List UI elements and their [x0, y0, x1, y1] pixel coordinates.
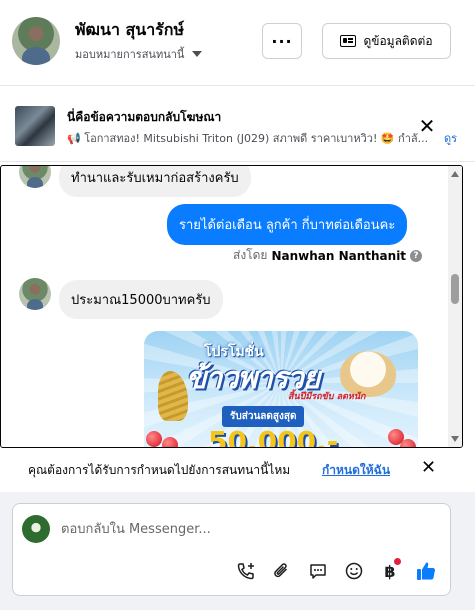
assign-reminder-text: คุณต้องการได้รับการกำหนดไปยังการสนทนานี้…: [28, 463, 291, 477]
thumbs-up-icon[interactable]: [415, 560, 437, 582]
ad-thumbnail[interactable]: [15, 106, 55, 146]
ad-reply-title: นี่คือข้อความตอบกลับโฆษณา: [67, 110, 222, 124]
promo-image-message[interactable]: โปรโมชั่น ข้าวพารวย สิ้นปีมีรถขับ ลดหนัก…: [144, 331, 418, 448]
contact-name[interactable]: พัฒนา สุนารักษ์: [75, 18, 184, 43]
promo-line-4: รับส่วนลดสูงสุด: [222, 406, 305, 427]
composer-toolbar: ฿: [235, 558, 437, 582]
view-contact-info-button[interactable]: ดูข้อมูลติดต่อ: [322, 23, 451, 59]
view-contact-info-label: ดูข้อมูลติดต่อ: [363, 33, 433, 48]
scroll-up-arrow-icon[interactable]: [451, 171, 459, 177]
incoming-message: ทำนาและรับเหมาก่อสร้างครับ: [59, 166, 251, 197]
conversation-panel: พัฒนา สุนารักษ์ มอบหมายการสนทนานี้ ··· ด…: [0, 0, 475, 610]
page-avatar: [22, 515, 50, 543]
caret-down-icon: [192, 51, 203, 57]
more-options-button[interactable]: ···: [262, 23, 302, 59]
assign-reminder-bar: คุณต้องการได้รับการกำหนดไปยังการสนทนานี้…: [0, 452, 475, 490]
ad-reply-banner: นี่คือข้อความตอบกลับโฆษณา 📢 โอกาสทอง! Mi…: [0, 86, 475, 162]
sent-by-name: Nanwhan Nanthanit: [271, 248, 407, 263]
sent-by-line: ส่งโดย Nanwhan Nanthanit ?: [233, 246, 423, 265]
contact-card-icon: [340, 35, 357, 47]
scroll-down-arrow-icon[interactable]: [451, 436, 459, 442]
assign-to-me-link[interactable]: กำหนดให้ฉัน: [322, 461, 390, 480]
notification-dot: [394, 558, 401, 565]
chat-bubble-icon[interactable]: [307, 560, 329, 582]
incoming-message: ประมาณ15000บาทครับ: [59, 280, 223, 319]
composer-area: ฿: [0, 492, 475, 610]
paperclip-icon[interactable]: [271, 560, 293, 582]
thread-scrollbar[interactable]: [448, 166, 462, 447]
assign-label: มอบหมายการสนทนานี้: [75, 48, 185, 61]
reply-input[interactable]: [61, 518, 431, 540]
contact-avatar[interactable]: [12, 17, 60, 65]
message-thread[interactable]: ทำนาและรับเหมาก่อสร้างครับ รายได้ต่อเดือ…: [0, 165, 463, 448]
assign-dropdown[interactable]: มอบหมายการสนทนานี้: [75, 45, 203, 63]
composer-box: ฿: [12, 503, 451, 596]
ad-view-link[interactable]: ดูร: [444, 129, 457, 147]
balloon-graphic: [400, 439, 416, 447]
scrollbar-thumb[interactable]: [451, 274, 459, 304]
promo-line-5: 50,000.-: [208, 425, 339, 448]
promo-line-3: สิ้นปีมีรถขับ ลดหนัก: [288, 392, 366, 402]
sent-by-prefix: ส่งโดย: [233, 248, 268, 262]
contact-avatar-small: [19, 166, 51, 188]
balloon-graphic: [162, 437, 178, 447]
close-reminder-icon[interactable]: ✕: [421, 459, 436, 477]
balloon-graphic: [146, 431, 162, 447]
ad-reply-subtitle: 📢 โอกาสทอง! Mitsubishi Triton (J029) สภา…: [67, 132, 429, 145]
phone-plus-icon[interactable]: [235, 560, 257, 582]
outgoing-message: รายได้ต่อเดือน ลูกค้า กี่บาทต่อเดือนคะ: [167, 204, 408, 245]
conversation-header: พัฒนา สุนารักษ์ มอบหมายการสนทนานี้ ··· ด…: [0, 0, 475, 86]
close-ad-banner-icon[interactable]: ✕: [417, 116, 437, 137]
baht-icon[interactable]: ฿: [379, 558, 401, 582]
contact-avatar-small: [19, 278, 51, 310]
question-icon[interactable]: ?: [410, 249, 423, 262]
emoji-icon[interactable]: [343, 560, 365, 582]
